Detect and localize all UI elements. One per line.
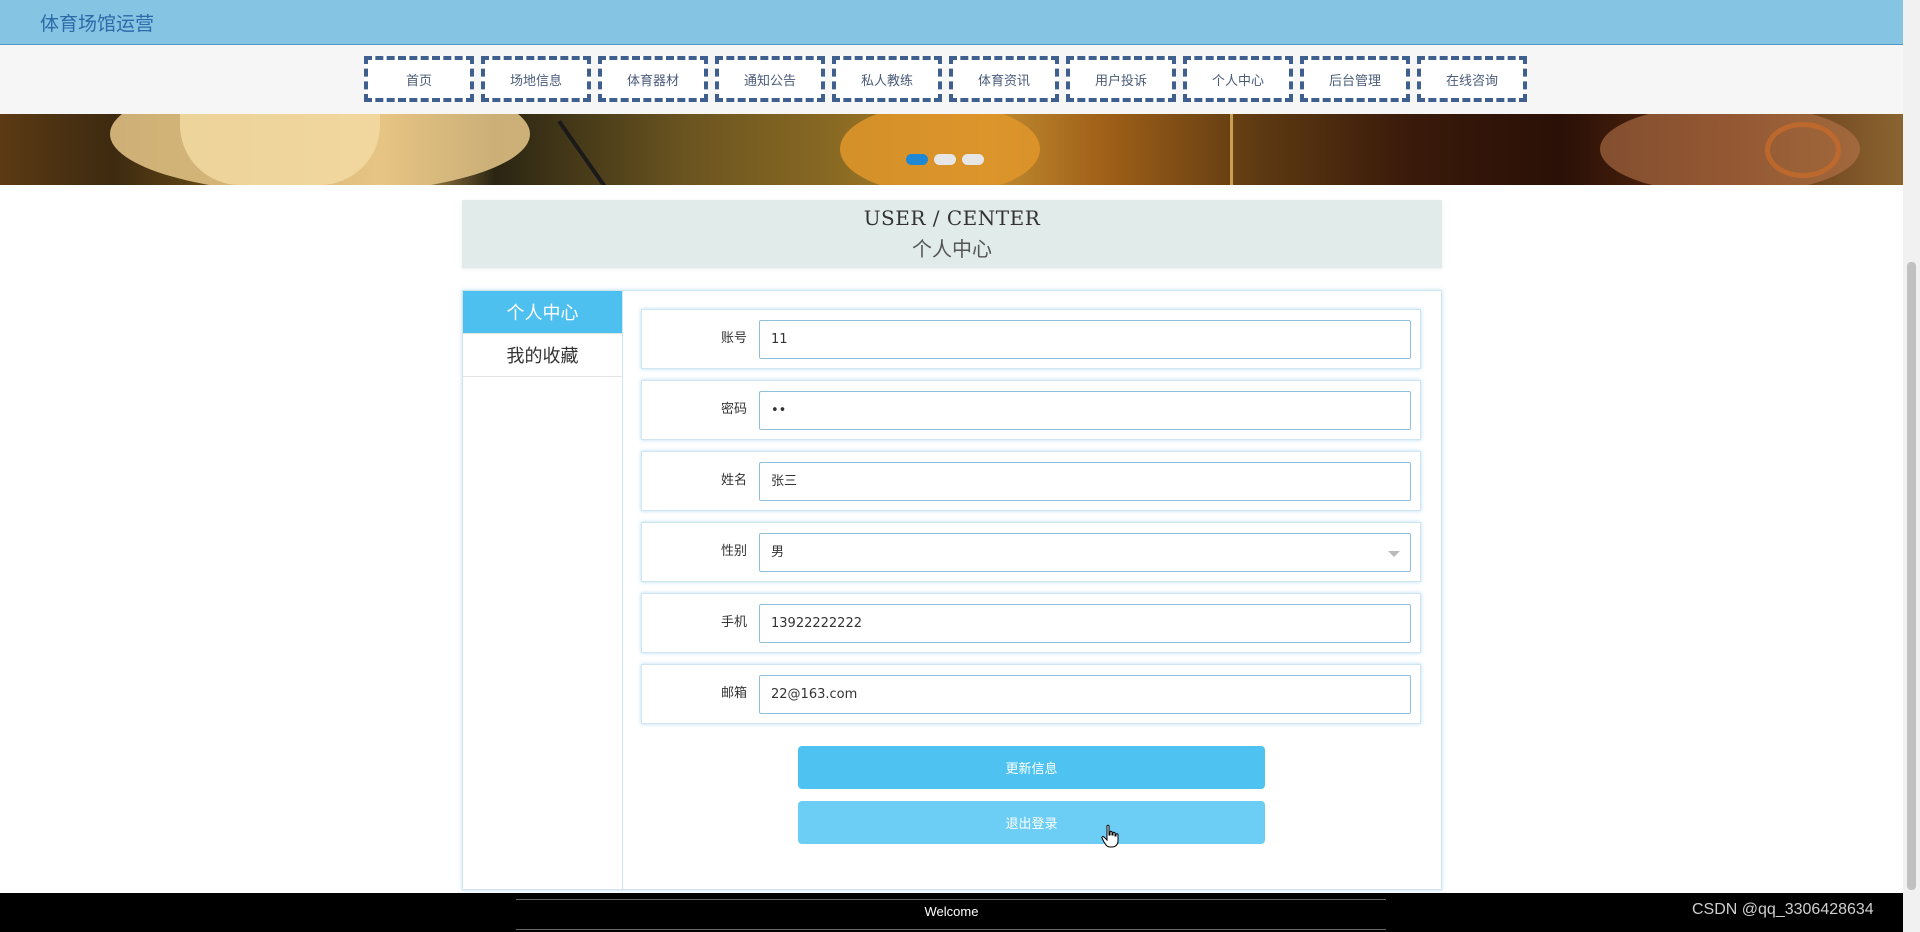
page-scrollbar[interactable] <box>1903 0 1920 932</box>
name-label: 姓名 <box>720 473 747 488</box>
gender-label: 性别 <box>720 544 747 559</box>
nav-item-home[interactable]: 首页 <box>364 56 474 102</box>
profile-form: 账号 11 密码 •• 姓名 张三 性别 男 手机 13922222222 邮箱… <box>641 309 1421 735</box>
gender-selected-value: 男 <box>771 545 785 560</box>
top-header: 体育场馆运营 <box>0 0 1903 45</box>
banner-decoration <box>840 114 1040 185</box>
nav-item-notices[interactable]: 通知公告 <box>715 56 825 102</box>
sidebar-item-favorites[interactable]: 我的收藏 <box>463 334 622 377</box>
form-row-email: 邮箱 22@163.com <box>641 664 1421 724</box>
update-info-button[interactable]: 更新信息 <box>798 746 1265 789</box>
carousel-dot[interactable] <box>934 154 956 165</box>
carousel-dot[interactable] <box>906 154 928 165</box>
footer-divider <box>516 929 1386 930</box>
nav-item-news[interactable]: 体育资讯 <box>949 56 1059 102</box>
email-label: 邮箱 <box>720 686 747 701</box>
nav-item-user-center[interactable]: 个人中心 <box>1183 56 1293 102</box>
form-row-name: 姓名 张三 <box>641 451 1421 511</box>
banner-decoration <box>1230 114 1233 185</box>
user-center-panel: 个人中心 我的收藏 账号 11 密码 •• 姓名 张三 性别 男 手机 1392… <box>462 290 1442 890</box>
watermark: CSDN @qq_3306428634 <box>1692 901 1874 918</box>
scrollbar-thumb[interactable] <box>1907 262 1916 890</box>
account-input[interactable]: 11 <box>759 320 1411 359</box>
chevron-down-icon <box>1388 551 1400 557</box>
sidebar-item-user-center[interactable]: 个人中心 <box>463 291 622 334</box>
nav-item-admin[interactable]: 后台管理 <box>1300 56 1410 102</box>
phone-label: 手机 <box>720 615 747 630</box>
nav-item-venues[interactable]: 场地信息 <box>481 56 591 102</box>
nav-item-consult[interactable]: 在线咨询 <box>1417 56 1527 102</box>
form-row-account: 账号 11 <box>641 309 1421 369</box>
section-header: USER / CENTER 个人中心 <box>462 200 1442 268</box>
carousel-dot[interactable] <box>962 154 984 165</box>
footer-welcome-text: Welcome <box>924 904 979 919</box>
hand-pointer-icon <box>1101 824 1119 848</box>
form-row-password: 密码 •• <box>641 380 1421 440</box>
nav-list: 首页 场地信息 体育器材 通知公告 私人教练 体育资讯 用户投诉 个人中心 后台… <box>364 56 1534 102</box>
footer-divider <box>516 899 1386 900</box>
account-label: 账号 <box>720 331 747 346</box>
password-label: 密码 <box>720 402 747 417</box>
section-title-cn: 个人中心 <box>912 237 992 261</box>
password-input[interactable]: •• <box>759 391 1411 430</box>
name-input[interactable]: 张三 <box>759 462 1411 501</box>
gender-select[interactable]: 男 <box>759 533 1411 572</box>
nav-item-complaints[interactable]: 用户投诉 <box>1066 56 1176 102</box>
sidebar-menu: 个人中心 我的收藏 <box>463 291 623 889</box>
main-navbar: 首页 场地信息 体育器材 通知公告 私人教练 体育资讯 用户投诉 个人中心 后台… <box>0 45 1903 114</box>
logout-button[interactable]: 退出登录 <box>798 801 1265 844</box>
email-input[interactable]: 22@163.com <box>759 675 1411 714</box>
banner-decoration <box>180 114 380 185</box>
carousel-banner[interactable] <box>0 114 1903 185</box>
nav-item-coaches[interactable]: 私人教练 <box>832 56 942 102</box>
phone-input[interactable]: 13922222222 <box>759 604 1411 643</box>
site-title[interactable]: 体育场馆运营 <box>40 9 154 36</box>
section-title-en: USER / CENTER <box>863 206 1041 230</box>
form-row-gender: 性别 男 <box>641 522 1421 582</box>
carousel-indicators <box>906 154 984 165</box>
banner-decoration <box>1765 122 1841 178</box>
banner-decoration <box>557 120 607 185</box>
footer: Welcome <box>0 893 1903 932</box>
nav-item-equipment[interactable]: 体育器材 <box>598 56 708 102</box>
form-row-phone: 手机 13922222222 <box>641 593 1421 653</box>
